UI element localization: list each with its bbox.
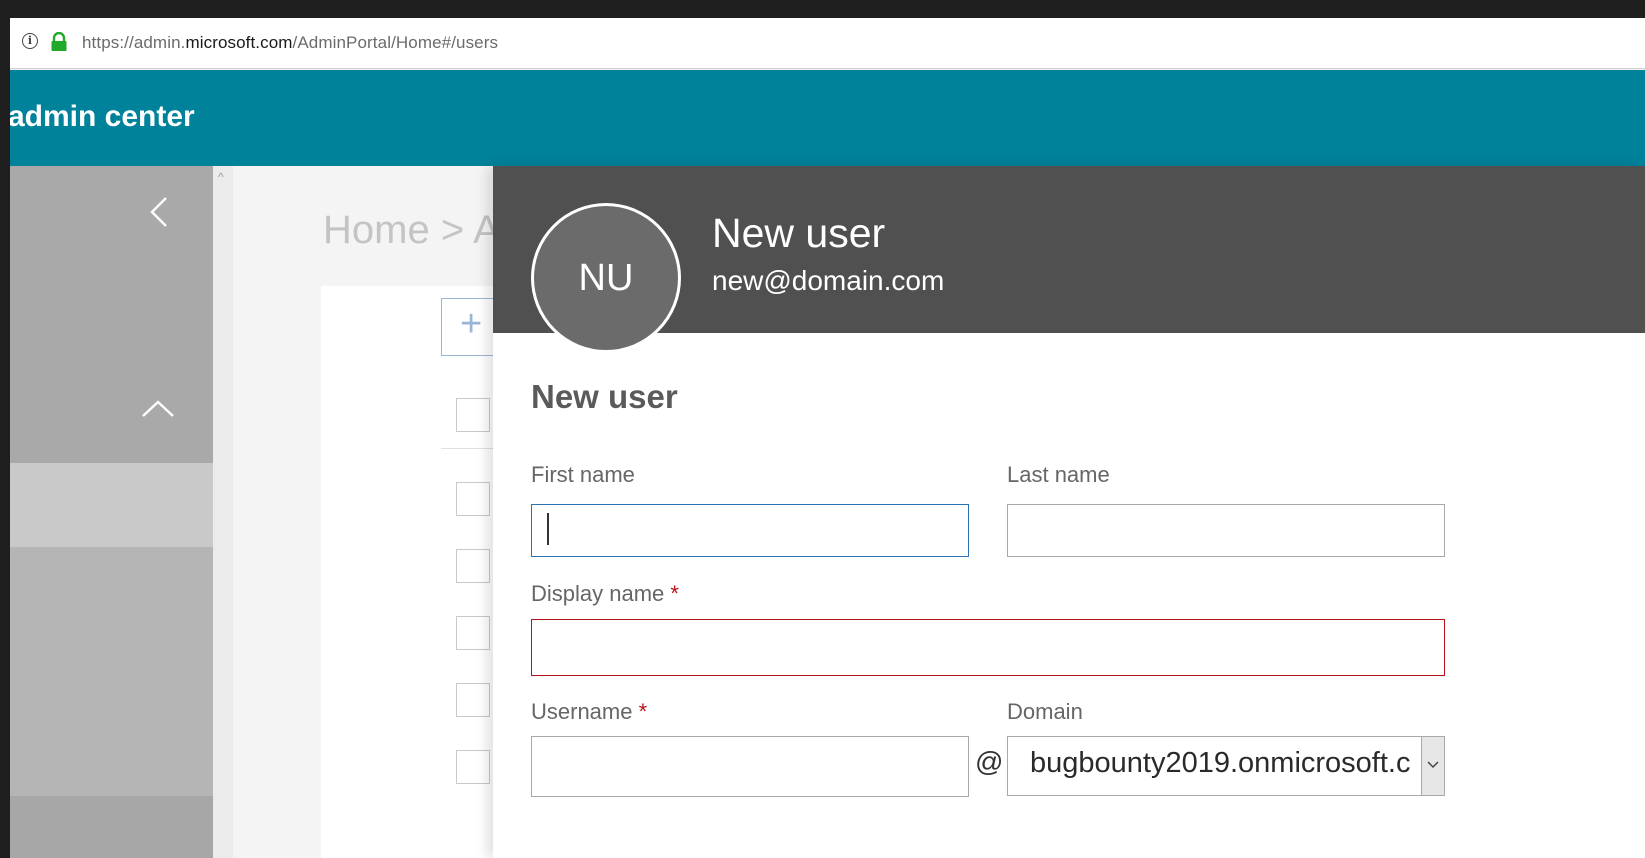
- panel-header-title: New user: [712, 210, 886, 256]
- row-checkbox[interactable]: [456, 683, 490, 717]
- chevron-up-icon[interactable]: [140, 396, 176, 420]
- domain-label: Domain: [1007, 699, 1083, 724]
- app-header: admin center: [10, 70, 1645, 166]
- required-marker: *: [638, 699, 648, 724]
- url-host: microsoft.com: [185, 33, 293, 52]
- text-cursor: [547, 513, 549, 545]
- display-name-field[interactable]: [531, 619, 1445, 676]
- panel-header-subtitle: new@domain.com: [712, 265, 945, 296]
- first-name-field[interactable]: [531, 504, 969, 557]
- new-user-panel: New user new@domain.com NU New user Firs…: [493, 166, 1645, 858]
- avatar: NU: [531, 203, 681, 353]
- dropdown-button[interactable]: [1421, 737, 1444, 795]
- select-all-checkbox[interactable]: [456, 398, 490, 432]
- display-name-label: Display name *: [531, 581, 679, 607]
- users-list-card: [321, 286, 521, 858]
- last-name-label: Last name: [1007, 462, 1110, 487]
- left-navigation: [10, 166, 213, 858]
- lock-icon: [51, 32, 67, 51]
- row-checkbox[interactable]: [456, 482, 490, 516]
- scroll-up-icon[interactable]: ^: [218, 170, 224, 184]
- breadcrumb: Home > Ac: [323, 208, 520, 252]
- at-symbol: @: [975, 746, 1004, 777]
- app-title: admin center: [10, 100, 195, 133]
- url-text[interactable]: https://admin.microsoft.com/AdminPortal/…: [82, 33, 498, 53]
- row-checkbox[interactable]: [456, 549, 490, 583]
- username-field[interactable]: [531, 736, 969, 797]
- address-bar[interactable]: i https://admin.microsoft.com/AdminPorta…: [10, 18, 1645, 69]
- info-icon[interactable]: i: [22, 33, 38, 49]
- last-name-field[interactable]: [1007, 504, 1445, 557]
- domain-selected-value: bugbounty2019.onmicrosoft.c: [1030, 747, 1411, 779]
- scrollbar[interactable]: ^: [213, 166, 233, 858]
- display-name-label-text: Display name: [531, 581, 665, 606]
- chevron-left-icon[interactable]: [144, 196, 174, 228]
- url-prefix: https://admin.: [82, 33, 186, 52]
- row-checkbox[interactable]: [456, 750, 490, 784]
- form-title: New user: [531, 378, 678, 415]
- username-label-text: Username: [531, 699, 633, 724]
- required-marker: *: [670, 581, 679, 606]
- browser-frame: i https://admin.microsoft.com/AdminPorta…: [10, 18, 1645, 858]
- username-label: Username *: [531, 699, 647, 725]
- background-page: ^ Home > Ac +: [213, 166, 521, 858]
- chevron-down-icon: [1427, 761, 1439, 769]
- domain-select[interactable]: bugbounty2019.onmicrosoft.c: [1007, 736, 1445, 796]
- nav-top-section: [10, 166, 213, 463]
- first-name-label: First name: [531, 462, 635, 487]
- nav-bottom-section: [10, 796, 213, 858]
- plus-icon: +: [460, 303, 483, 345]
- nav-selected-item[interactable]: [10, 463, 213, 547]
- row-checkbox[interactable]: [456, 616, 490, 650]
- url-path: /AdminPortal/Home#/users: [292, 33, 499, 52]
